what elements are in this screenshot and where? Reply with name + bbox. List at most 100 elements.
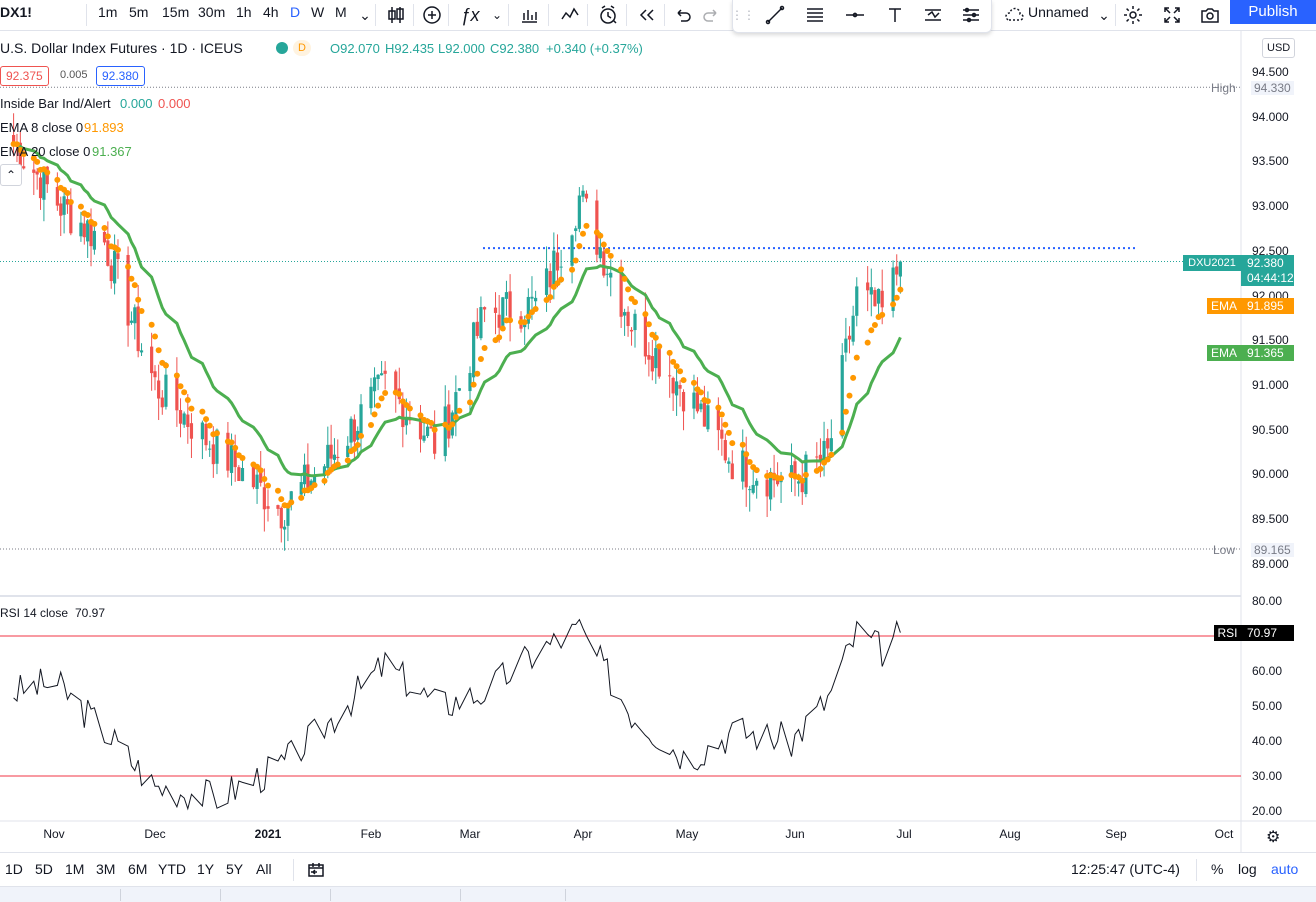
range-all-button[interactable]: All (256, 861, 272, 877)
candle-body (157, 380, 161, 399)
ema8-dot (138, 307, 145, 314)
collapse-legend-icon[interactable]: ⌃ (0, 164, 22, 186)
candle-body (574, 228, 578, 231)
price-axis-label: 89.000 (1252, 557, 1289, 571)
candle-body (178, 410, 183, 424)
ema8-dot (449, 421, 456, 428)
chevron-down-icon[interactable]: ⌄ (1090, 2, 1118, 28)
interval-1h-button[interactable]: 1h (236, 0, 252, 31)
candle-body (534, 297, 538, 302)
drag-handle-icon[interactable]: ⋮⋮ (731, 2, 755, 28)
add-indicator-icon[interactable] (418, 2, 446, 28)
ema8-dot (375, 402, 382, 409)
financials-icon[interactable] (515, 2, 543, 28)
ema8-dot (261, 475, 268, 482)
indicator-ema20-name[interactable]: EMA 20 close 0 (0, 144, 90, 159)
candle-body (133, 307, 137, 324)
range-6m-button[interactable]: 6M (128, 861, 147, 877)
candle-body (116, 253, 120, 260)
range-1m-button[interactable]: 1M (65, 861, 84, 877)
replay-icon[interactable] (633, 2, 661, 28)
candle-body (153, 371, 157, 378)
bid-price-box[interactable]: 92.375 (0, 66, 49, 86)
candle-body (633, 313, 637, 331)
ema8-dot (642, 311, 649, 318)
ema8-dot (155, 347, 162, 354)
ema8-dot (34, 158, 41, 165)
indicator-insidebar-name[interactable]: Inside Bar Ind/Alert (0, 96, 111, 111)
percent-toggle[interactable]: % (1211, 861, 1223, 877)
ema8-dot (718, 411, 725, 418)
last-symbol-tag: DXU2021 (1183, 255, 1241, 271)
camera-icon[interactable] (1196, 2, 1224, 28)
candle-body (482, 307, 487, 310)
footer-divider (460, 889, 461, 901)
ema8-dot (846, 392, 853, 399)
undo-icon[interactable] (669, 2, 697, 28)
interval-4h-button[interactable]: 4h (263, 0, 279, 31)
trend-line-icon[interactable] (761, 2, 789, 28)
footer-divider (120, 889, 121, 901)
fullscreen-icon[interactable] (1158, 2, 1186, 28)
candle-body (226, 432, 230, 471)
ema8-dot (358, 432, 365, 439)
fib-retracement-icon[interactable] (801, 2, 829, 28)
clock-timezone[interactable]: 12:25:47 (UTC-4) (1071, 861, 1180, 877)
range-5y-button[interactable]: 5Y (226, 861, 243, 877)
settings-lines-icon[interactable] (957, 2, 985, 28)
gear-icon[interactable] (1119, 2, 1147, 28)
interval-5m-button[interactable]: 5m (129, 0, 148, 31)
interval-30m-button[interactable]: 30m (198, 0, 225, 31)
redo-icon[interactable] (697, 2, 725, 28)
text-tool-icon[interactable] (881, 2, 909, 28)
low-label: Low (1213, 543, 1236, 557)
log-toggle[interactable]: log (1238, 861, 1257, 877)
candle-body (211, 444, 215, 465)
gear-icon[interactable]: ⚙ (1266, 827, 1280, 847)
candle-body (681, 391, 686, 412)
candle-body (720, 429, 724, 439)
auto-toggle[interactable]: auto (1271, 861, 1298, 877)
time-axis-label: Apr (573, 827, 593, 841)
pattern-icon[interactable] (919, 2, 947, 28)
interval-1m-button[interactable]: 1m (98, 0, 117, 31)
candle-body (829, 438, 833, 452)
goto-date-icon[interactable] (302, 857, 330, 883)
currency-button[interactable]: USD (1262, 38, 1296, 58)
ema8-dot (746, 459, 753, 466)
interval-15m-button[interactable]: 15m (162, 0, 189, 31)
horizontal-ray-icon[interactable] (841, 2, 869, 28)
chevron-down-icon[interactable]: ⌄ (483, 2, 511, 28)
ema8-dot (850, 374, 857, 381)
candle-body (266, 506, 270, 509)
symbol-title[interactable]: U.S. Dollar Index Futures · 1D · ICEUS (0, 40, 243, 56)
range-1d-button[interactable]: 1D (5, 861, 23, 877)
indicators-fx-icon[interactable]: ƒx (456, 2, 484, 28)
range-1y-button[interactable]: 1Y (197, 861, 214, 877)
ema8-dot (625, 286, 632, 293)
indicator-ema8-name[interactable]: EMA 8 close 0 (0, 120, 83, 135)
interval-d-button[interactable]: D (290, 0, 300, 31)
ema8-dot (470, 381, 477, 388)
candle-body (623, 312, 627, 316)
spread-value: 0.005 (60, 69, 88, 81)
range-3m-button[interactable]: 3M (96, 861, 115, 877)
range-ytd-button[interactable]: YTD (158, 861, 186, 877)
candle-body (751, 484, 755, 493)
interval-m-button[interactable]: M (335, 0, 347, 31)
range-5d-button[interactable]: 5D (35, 861, 53, 877)
compare-icon[interactable] (556, 2, 584, 28)
ask-price-box[interactable]: 92.380 (96, 66, 145, 86)
symbol-search-button[interactable]: DX1! (0, 0, 34, 31)
rsi-axis-label: 80.00 (1252, 594, 1283, 608)
candle-body (336, 456, 340, 459)
candle-body (352, 419, 356, 442)
rsi-title[interactable]: RSI 14 close (0, 606, 68, 620)
interval-w-button[interactable]: W (311, 0, 324, 31)
layout-name-button[interactable]: Unnamed (1028, 0, 1089, 31)
chart-area[interactable] (0, 31, 1316, 853)
candles-icon[interactable] (382, 2, 410, 28)
publish-button[interactable]: Publish (1230, 0, 1316, 24)
ema8-dot (828, 451, 835, 458)
alert-clock-icon[interactable] (594, 2, 622, 28)
